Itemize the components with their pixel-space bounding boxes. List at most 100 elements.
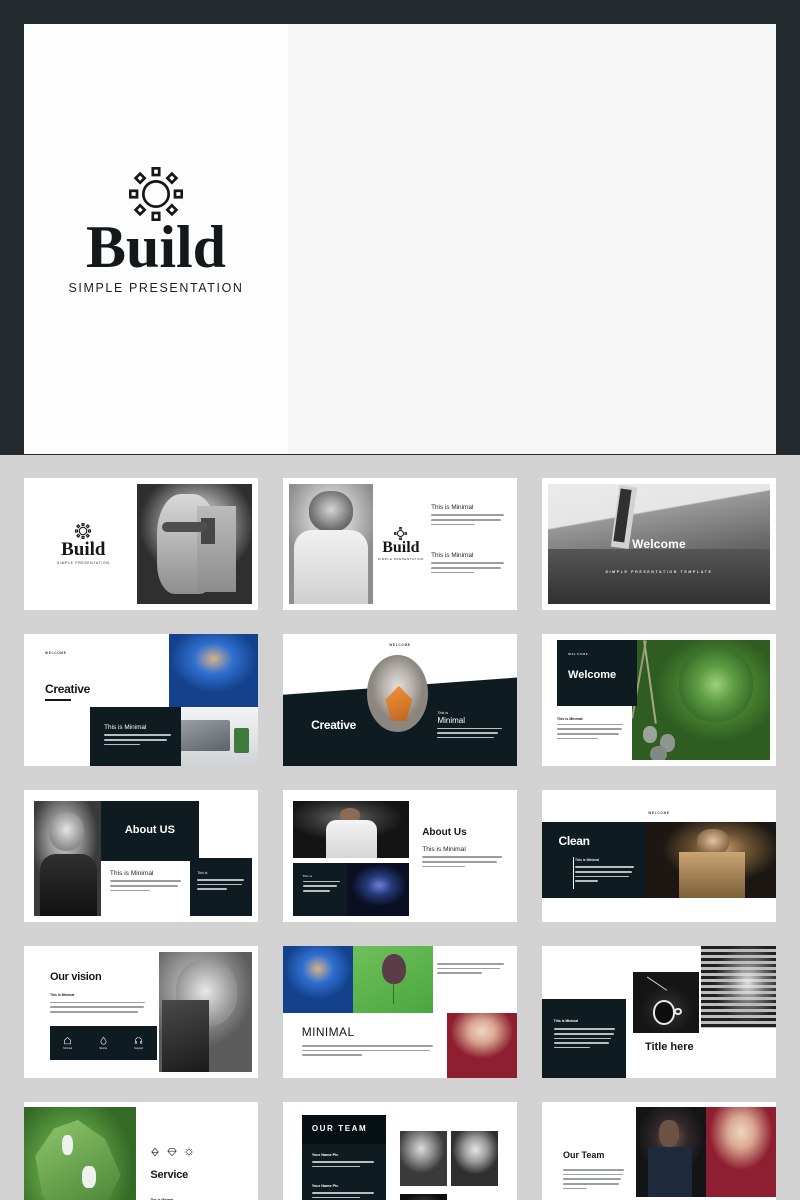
- hero-artwork: [288, 24, 776, 454]
- thumb-eyebrow-2: This is: [437, 710, 449, 715]
- thumb-title: Our vision: [49, 971, 102, 984]
- thumb-eyebrow: WELCOME: [389, 643, 411, 648]
- thumb-title: Creative: [45, 681, 91, 696]
- service-icon-row: [150, 1147, 194, 1157]
- slide-thumb-intro[interactable]: Build SIMPLE PRESENTATION This is Minima…: [283, 478, 517, 610]
- thumb-photo: [293, 800, 409, 859]
- thumb-photo: [446, 1013, 517, 1078]
- thumb-body: [431, 562, 505, 574]
- slide-thumb-welcome-plant[interactable]: WELCOME Welcome This is Minimal: [542, 634, 776, 766]
- slide-thumb-clean[interactable]: WELCOME Clean This is Minimal: [542, 790, 776, 922]
- thumb-icon-bar: Minimal Simple Support: [49, 1026, 157, 1060]
- slide-thumb-creative-diagonal[interactable]: WELCOME Creative This is Minimal: [283, 634, 517, 766]
- thumb-photo: [701, 946, 776, 1028]
- home-icon: [64, 1037, 72, 1045]
- thumb-subtitle: SIMPLE PRESENTATION: [56, 561, 110, 565]
- thumb-heading: This is Minimal: [556, 716, 583, 721]
- thumb-photo: [632, 640, 770, 760]
- icon-label: Simple: [99, 1047, 108, 1051]
- hero-slide[interactable]: Build SIMPLE PRESENTATION: [24, 24, 776, 454]
- thumb-photo: This is: [293, 863, 409, 916]
- thumb-photo: [635, 1107, 706, 1198]
- thumb-title: MINIMAL: [301, 1025, 355, 1040]
- thumb-title: Creative: [311, 718, 357, 733]
- thumb-heading: Minimal: [437, 715, 465, 725]
- thumb-heading: This is Minimal: [431, 504, 474, 512]
- thumb-photo: [24, 1107, 137, 1200]
- water-drop-icon: [100, 1036, 107, 1045]
- member-name: Your Name Pic: [311, 1153, 339, 1158]
- slide-thumb-cover[interactable]: Build SIMPLE PRESENTATION: [24, 478, 258, 610]
- thumb-title: Title here: [644, 1041, 694, 1054]
- gear-icon: [128, 167, 183, 221]
- thumb-title: About Us: [422, 827, 467, 839]
- slide-thumb-our-vision[interactable]: Our vision This is Minimal Minimal Simpl…: [24, 946, 258, 1078]
- icon-label: Minimal: [63, 1047, 73, 1051]
- thumb-panel: Clean This is Minimal: [542, 821, 645, 899]
- thumb-heading: This is Minimal: [104, 724, 147, 732]
- thumb-photo: [705, 1107, 776, 1198]
- slide-thumb-our-team-photos[interactable]: Our Team: [542, 1102, 776, 1200]
- thumb-eyebrow: This is: [197, 871, 208, 876]
- thumb-title: Welcome: [632, 536, 686, 551]
- thumb-photo: [169, 634, 258, 707]
- slide-thumb-minimal[interactable]: MINIMAL: [283, 946, 517, 1078]
- thumb-panel: OUR TEAM Your Name Pic Your Name Pic: [301, 1115, 386, 1200]
- slide-thumb-title-here[interactable]: This is Minimal Title here: [542, 946, 776, 1078]
- thumb-side-note: This is: [189, 858, 252, 916]
- icon-item[interactable]: Minimal: [63, 1036, 72, 1050]
- thumb-title: Service: [150, 1169, 189, 1182]
- thumb-eyebrow: WELCOME: [648, 811, 670, 816]
- thumb-panel: About US: [101, 800, 199, 861]
- thumb-photo: [289, 484, 374, 604]
- icon-label: Support: [134, 1047, 144, 1051]
- slide-thumbnail-grid: Build SIMPLE PRESENTATION Build SIMPLE P…: [24, 478, 776, 1200]
- thumb-title: Clean: [558, 833, 590, 848]
- brand-subtitle: SIMPLE PRESENTATION: [68, 281, 244, 295]
- slide-thumb-service[interactable]: Service This is Minimal: [24, 1102, 258, 1200]
- thumb-title: Build: [61, 539, 106, 560]
- thumb-subtitle: SIMPLE PRESENTATION TEMPLATE: [605, 570, 713, 575]
- thumb-title: Build: [382, 539, 420, 557]
- thumb-photo: [353, 946, 433, 1014]
- thumb-title: Welcome: [568, 669, 617, 682]
- thumb-panel: WELCOME Welcome: [556, 640, 637, 706]
- thumb-subtitle: SIMPLE PRESENTATION: [377, 557, 424, 562]
- thumb-heading: This is Minimal: [431, 552, 474, 560]
- slide-thumb-about-us[interactable]: About US This is Minimal This is: [24, 790, 258, 922]
- thumb-title: About US: [124, 823, 175, 836]
- icon-item[interactable]: Support: [134, 1036, 143, 1050]
- origami-icon: [151, 1147, 160, 1157]
- thumb-heading: This is Minimal: [553, 1019, 579, 1024]
- thumb-photo: [451, 1131, 499, 1187]
- gear-icon: [184, 1147, 194, 1157]
- thumb-photo: [158, 952, 252, 1072]
- thumb-title: OUR TEAM: [311, 1123, 368, 1133]
- thumb-body: [431, 514, 505, 526]
- brand-lockup: Build SIMPLE PRESENTATION: [68, 167, 243, 295]
- brand-name: Build: [85, 214, 227, 280]
- thumb-photo: [400, 1131, 447, 1187]
- thumb-photo: [400, 1194, 447, 1200]
- thumb-heading: This is Minimal: [574, 858, 600, 863]
- gear-icon: [75, 523, 92, 539]
- thumb-eyebrow: WELCOME: [568, 651, 589, 656]
- thumb-photo: [367, 655, 429, 732]
- slide-thumb-our-team[interactable]: OUR TEAM Your Name Pic Your Name Pic: [283, 1102, 517, 1200]
- hero-cover-left: Build SIMPLE PRESENTATION: [24, 24, 288, 454]
- slide-thumb-about-us-stack[interactable]: This is About Us This is Minimal: [283, 790, 517, 922]
- headphones-icon: [135, 1037, 143, 1044]
- thumb-photo: [633, 972, 699, 1034]
- icon-item[interactable]: Simple: [99, 1036, 108, 1050]
- thumb-heading: This is Minimal: [49, 992, 75, 997]
- thumb-heading: This is Minimal: [109, 870, 154, 878]
- diamond-icon: [167, 1148, 177, 1157]
- thumb-photo: [644, 821, 776, 899]
- slide-thumb-creative[interactable]: This is Minimal WELCOME Creative: [24, 634, 258, 766]
- thumb-photo: [136, 484, 252, 604]
- thumb-eyebrow: This is: [302, 873, 313, 878]
- thumb-panel: This is Minimal: [89, 706, 181, 766]
- thumb-title: Our Team: [563, 1149, 605, 1160]
- thumb-photo: [34, 800, 102, 916]
- slide-thumb-welcome[interactable]: Welcome SIMPLE PRESENTATION TEMPLATE: [542, 478, 776, 610]
